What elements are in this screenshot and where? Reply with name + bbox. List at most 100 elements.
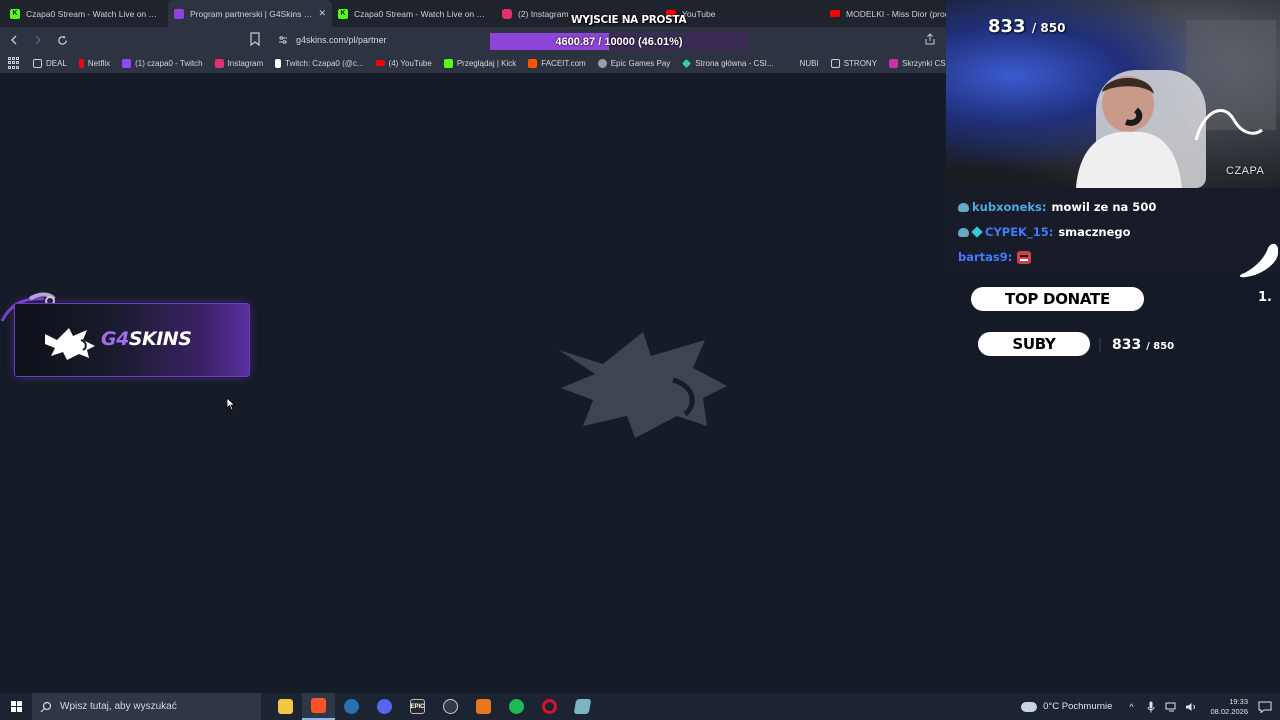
bookmark-epic-games-pay[interactable]: Epic Games Pay bbox=[597, 58, 670, 68]
panther-loading-icon bbox=[559, 332, 727, 438]
system-tray: 0°C Pochmurnie ^ 19:33 08.02.2026 bbox=[1021, 693, 1280, 720]
faceit-icon bbox=[443, 699, 458, 714]
chat-message: bartas9: bbox=[958, 250, 1032, 264]
chat-username: CYPEK_15: bbox=[985, 225, 1054, 239]
cloud-icon bbox=[1021, 701, 1038, 712]
epic-games-icon: EPIC bbox=[410, 699, 425, 714]
share-icon[interactable] bbox=[924, 33, 936, 45]
bookmark-tiktok[interactable]: Twitch: Czapa0 (@c... bbox=[275, 58, 364, 68]
bookmark-strony[interactable]: STRONY bbox=[830, 58, 877, 68]
panther-logo-icon bbox=[45, 328, 95, 360]
instagram-icon bbox=[214, 58, 224, 68]
bookmark-label: (4) YouTube bbox=[388, 58, 432, 68]
youtube-icon bbox=[375, 60, 385, 66]
taskbar-app-spotify[interactable] bbox=[500, 693, 533, 720]
windows-logo-icon bbox=[10, 701, 22, 712]
apps-grid-icon[interactable] bbox=[8, 57, 19, 69]
brand-prefix: G4 bbox=[101, 328, 129, 350]
reload-icon bbox=[57, 35, 67, 45]
bookmark-netflix[interactable]: Netflix bbox=[78, 58, 111, 68]
notifications-icon[interactable] bbox=[1258, 701, 1272, 713]
taskbar-search[interactable]: Wpisz tutaj, aby wyszukać bbox=[32, 693, 261, 720]
taskbar-app-orange[interactable] bbox=[467, 693, 500, 720]
brave-icon bbox=[311, 698, 326, 713]
bookmark-label: FACEIT.com bbox=[541, 58, 586, 68]
bookmark-label: (1) czapa0 - Twitch bbox=[135, 58, 203, 68]
bookmark-kick[interactable]: Przeglądaj | Kick bbox=[443, 58, 516, 68]
chat-text: mowil ze na 500 bbox=[1051, 200, 1157, 214]
network-icon[interactable] bbox=[1164, 701, 1178, 713]
faceit-icon bbox=[528, 58, 538, 68]
g4skins-wordmark: G4SKINS bbox=[101, 328, 192, 350]
spotify-icon bbox=[509, 699, 524, 714]
tab-title: YouTube bbox=[682, 8, 716, 19]
twitch-icon bbox=[122, 58, 132, 68]
volume-icon[interactable] bbox=[1184, 701, 1198, 713]
skrzynki-icon bbox=[889, 58, 899, 68]
bookmark-skrzynki[interactable]: Skrzynki CS bbox=[889, 58, 946, 68]
search-placeholder: Wpisz tutaj, aby wyszukać bbox=[60, 701, 177, 712]
taskbar-app-discord[interactable] bbox=[368, 693, 401, 720]
donation-goal-title: WYJSCIE NA PROSTA bbox=[571, 14, 687, 26]
bookmark-label: NUBI bbox=[799, 58, 819, 68]
start-button[interactable] bbox=[0, 693, 32, 720]
taskbar-app-file-explorer[interactable] bbox=[269, 693, 302, 720]
tab-title: MODELKI - Miss Dior (prod. V bbox=[846, 8, 946, 19]
angry-emote-icon bbox=[1017, 250, 1032, 264]
bookmark-twitch[interactable]: (1) czapa0 - Twitch bbox=[122, 58, 203, 68]
chevron-up-icon[interactable]: ^ bbox=[1124, 701, 1138, 713]
weather-widget[interactable]: 0°C Pochmurnie bbox=[1021, 701, 1112, 712]
chevron-left-icon bbox=[11, 35, 17, 45]
bookmark-youtube[interactable]: (4) YouTube bbox=[375, 58, 432, 68]
folder-icon bbox=[33, 58, 42, 68]
streamer-name: CZAPA bbox=[1226, 165, 1265, 177]
close-tab-icon[interactable]: ✕ bbox=[318, 8, 326, 19]
bookmark-deal[interactable]: DEAL bbox=[33, 58, 67, 68]
microphone-icon[interactable] bbox=[1144, 701, 1158, 713]
browser-toolbar: g4skins.com/pl/partner bbox=[0, 27, 946, 53]
chat-text: smacznego bbox=[1058, 225, 1131, 239]
tab-g4skins-partner[interactable]: Program partnerski | G4Skins - C ✕ bbox=[168, 0, 332, 27]
taskbar-app-epic-games[interactable]: EPIC bbox=[401, 693, 434, 720]
chat-overlay: kubxoneks: mowil ze na 500 CYPEK_15: sma… bbox=[946, 188, 1280, 274]
bookmark-instagram[interactable]: Instagram bbox=[214, 58, 263, 68]
page-content: G4SKINS bbox=[0, 73, 946, 693]
clock-time: 19:33 bbox=[1229, 696, 1248, 706]
taskbar-app-opera[interactable] bbox=[533, 693, 566, 720]
taskbar-app-steam[interactable] bbox=[335, 693, 368, 720]
bookmark-faceit[interactable]: FACEIT.com bbox=[528, 58, 586, 68]
site-settings-icon[interactable] bbox=[278, 35, 288, 45]
bookmark-label: Netflix bbox=[87, 58, 111, 68]
bookmark-nubi[interactable]: NUBI bbox=[800, 59, 819, 68]
taskbar-app-teal[interactable] bbox=[566, 693, 599, 720]
taskbar-app-faceit[interactable] bbox=[434, 693, 467, 720]
bookmark-csi[interactable]: Strona główna - CSI... bbox=[682, 59, 774, 68]
tab-kick-stream-1[interactable]: K Czapa0 Stream - Watch Live on Kick bbox=[4, 0, 168, 27]
app-orange-icon bbox=[476, 699, 491, 714]
g4skins-banner[interactable]: G4SKINS bbox=[14, 303, 250, 377]
browser-tab-bar: K Czapa0 Stream - Watch Live on Kick Pro… bbox=[0, 0, 946, 27]
reload-button[interactable] bbox=[52, 30, 72, 50]
kick-icon: K bbox=[338, 8, 348, 19]
tab-youtube-modelki[interactable]: MODELKI - Miss Dior (prod. V bbox=[824, 0, 946, 27]
chevron-right-icon bbox=[35, 35, 41, 45]
tab-title: Czapa0 Stream - Watch Live on Kick bbox=[354, 8, 490, 19]
sub-badge-icon bbox=[958, 227, 969, 237]
kick-icon bbox=[443, 58, 453, 68]
tab-kick-stream-2[interactable]: K Czapa0 Stream - Watch Live on Kick bbox=[332, 0, 496, 27]
forward-button[interactable] bbox=[28, 30, 48, 50]
tab-title: Czapa0 Stream - Watch Live on Kick bbox=[26, 8, 162, 19]
netflix-icon bbox=[78, 58, 84, 68]
clock-date: 08.02.2026 bbox=[1210, 706, 1248, 716]
folder-icon bbox=[830, 58, 840, 68]
chat-username: kubxoneks: bbox=[972, 200, 1047, 214]
bookmarks-bar: DEAL Netflix (1) czapa0 - Twitch Instagr… bbox=[0, 53, 946, 73]
top-donate-value: 1. bbox=[1258, 290, 1272, 305]
top-donate-label: TOP DONATE bbox=[971, 287, 1144, 311]
url-text: g4skins.com/pl/partner bbox=[296, 35, 387, 45]
bookmark-icon[interactable] bbox=[248, 31, 262, 47]
taskbar-app-brave[interactable] bbox=[302, 693, 335, 720]
back-button[interactable] bbox=[4, 30, 24, 50]
system-clock[interactable]: 19:33 08.02.2026 bbox=[1210, 697, 1248, 717]
search-icon bbox=[40, 701, 52, 712]
